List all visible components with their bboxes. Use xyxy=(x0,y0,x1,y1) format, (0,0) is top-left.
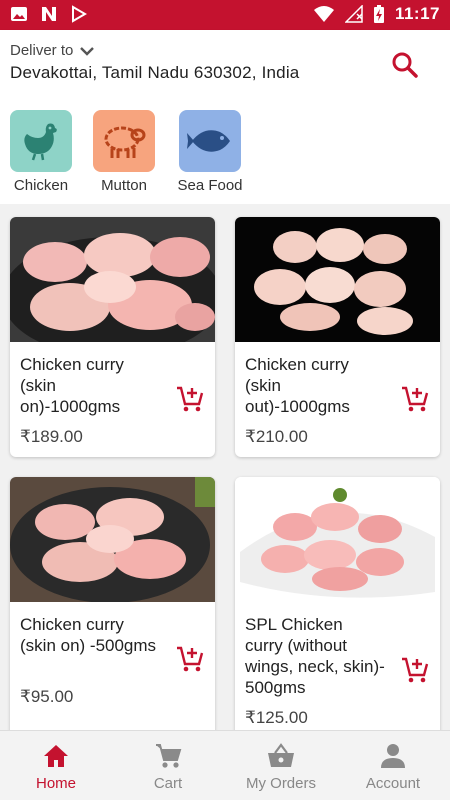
product-price: ₹95.00 xyxy=(20,687,74,706)
add-to-cart-button[interactable] xyxy=(400,384,430,414)
product-card[interactable]: Chicken curry (skin on) -500gms ₹95.00 xyxy=(10,477,215,730)
search-icon xyxy=(392,52,418,78)
product-image[interactable] xyxy=(10,217,215,357)
category-chicken-label: Chicken xyxy=(13,177,69,194)
status-bar: 11:17 xyxy=(0,0,450,30)
nav-cart-label: Cart xyxy=(153,775,183,792)
add-to-cart-button[interactable] xyxy=(175,384,205,414)
notification-icons xyxy=(10,5,88,23)
nav-cart[interactable]: Cart xyxy=(112,741,224,792)
deliver-to-label: Deliver to xyxy=(10,42,74,59)
person-icon xyxy=(381,744,405,768)
nav-home-label: Home xyxy=(35,775,76,792)
add-to-cart-icon xyxy=(177,386,204,412)
product-name: Chicken curry (skin on)-1000gms xyxy=(20,355,124,416)
battery-charging-icon xyxy=(373,5,384,23)
add-to-cart-icon xyxy=(177,646,204,672)
play-store-icon xyxy=(72,5,87,23)
category-seafood-label: Sea Food xyxy=(177,177,243,194)
clock: 11:17 xyxy=(394,4,440,23)
no-signal-icon xyxy=(344,5,363,23)
chicken-icon xyxy=(24,123,57,161)
product-grid: Chicken curry (skin on)-1000gms ₹189.00 … xyxy=(0,204,450,730)
product-image[interactable] xyxy=(10,477,215,603)
nav-home[interactable]: Home xyxy=(0,741,112,792)
category-mutton[interactable]: Mutton xyxy=(89,110,159,194)
product-image[interactable] xyxy=(235,477,440,602)
product-name: Chicken curry (skin out)-1000gms xyxy=(245,355,350,416)
deliver-to-selector[interactable]: Deliver to xyxy=(10,42,95,59)
product-name: SPL Chicken curry (without wings, neck, … xyxy=(245,615,385,697)
product-card[interactable]: Chicken curry (skin out)-1000gms ₹210.00 xyxy=(235,217,440,457)
nav-account-label: Account xyxy=(365,775,421,792)
category-mutton-tile xyxy=(93,110,155,172)
fish-icon xyxy=(187,130,230,152)
category-mutton-label: Mutton xyxy=(101,177,147,194)
bottom-navigation: Home Cart My Orders Account xyxy=(0,730,450,800)
category-row: Chicken Mutton Sea Food xyxy=(0,100,450,204)
n-app-icon xyxy=(42,7,56,21)
product-price: ₹189.00 xyxy=(20,427,83,446)
category-seafood[interactable]: Sea Food xyxy=(175,110,245,194)
sheep-icon xyxy=(104,126,146,158)
product-image[interactable] xyxy=(235,217,440,342)
app-header: Deliver to Devakottai, Tamil Nadu 630302… xyxy=(0,30,450,100)
delivery-address[interactable]: Devakottai, Tamil Nadu 630302, India xyxy=(10,63,299,83)
cart-icon xyxy=(156,744,182,768)
add-to-cart-button[interactable] xyxy=(175,644,205,674)
product-card[interactable]: Chicken curry (skin on)-1000gms ₹189.00 xyxy=(10,217,215,457)
gallery-icon xyxy=(11,7,27,21)
add-to-cart-icon xyxy=(402,657,429,683)
product-price: ₹210.00 xyxy=(245,427,308,446)
home-icon xyxy=(44,745,68,767)
nav-my-orders-label: My Orders xyxy=(245,775,316,792)
category-seafood-tile xyxy=(179,110,241,172)
wifi-icon xyxy=(313,6,334,22)
add-to-cart-icon xyxy=(402,386,429,412)
product-name: Chicken curry (skin on) -500gms xyxy=(20,615,157,655)
nav-account[interactable]: Account xyxy=(337,741,449,792)
category-chicken[interactable]: Chicken xyxy=(6,110,76,194)
add-to-cart-button[interactable] xyxy=(400,655,430,685)
category-chicken-tile xyxy=(10,110,72,172)
chevron-down-icon xyxy=(80,46,95,56)
nav-my-orders[interactable]: My Orders xyxy=(225,741,337,792)
search-button[interactable] xyxy=(390,50,420,80)
product-card[interactable]: SPL Chicken curry (without wings, neck, … xyxy=(235,477,440,730)
basket-icon xyxy=(268,743,294,767)
product-price: ₹125.00 xyxy=(245,708,308,727)
